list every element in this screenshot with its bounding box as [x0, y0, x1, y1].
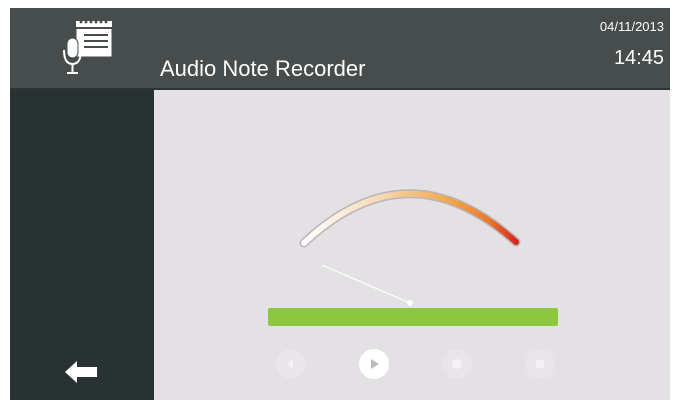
header-bar: Audio Note Recorder 04/11/2013 14:45 — [10, 8, 670, 90]
play-button[interactable] — [359, 349, 389, 379]
back-button[interactable] — [62, 357, 102, 387]
recorder-panel — [154, 90, 670, 400]
level-bar — [268, 308, 558, 326]
page-title: Audio Note Recorder — [160, 56, 366, 81]
gauge-needle — [321, 264, 411, 304]
time-label: 14:45 — [613, 47, 664, 69]
rewind-button[interactable] — [276, 349, 306, 379]
notepad-microphone-icon — [63, 20, 113, 74]
play-icon — [371, 359, 379, 369]
rewind-icon — [287, 359, 293, 369]
gauge-pivot — [407, 300, 413, 306]
app-window: Audio Note Recorder 04/11/2013 14:45 — [10, 8, 670, 400]
record-button[interactable] — [442, 349, 472, 379]
record-icon — [452, 359, 462, 369]
gauge-arc — [301, 190, 519, 246]
stop-button[interactable] — [525, 349, 555, 379]
level-meter-gauge — [299, 189, 521, 306]
stop-icon — [536, 360, 544, 368]
date-label: 04/11/2013 — [599, 19, 664, 34]
level-bar-fill — [268, 308, 558, 326]
sidebar — [10, 90, 154, 400]
arrow-left-icon — [65, 361, 97, 383]
